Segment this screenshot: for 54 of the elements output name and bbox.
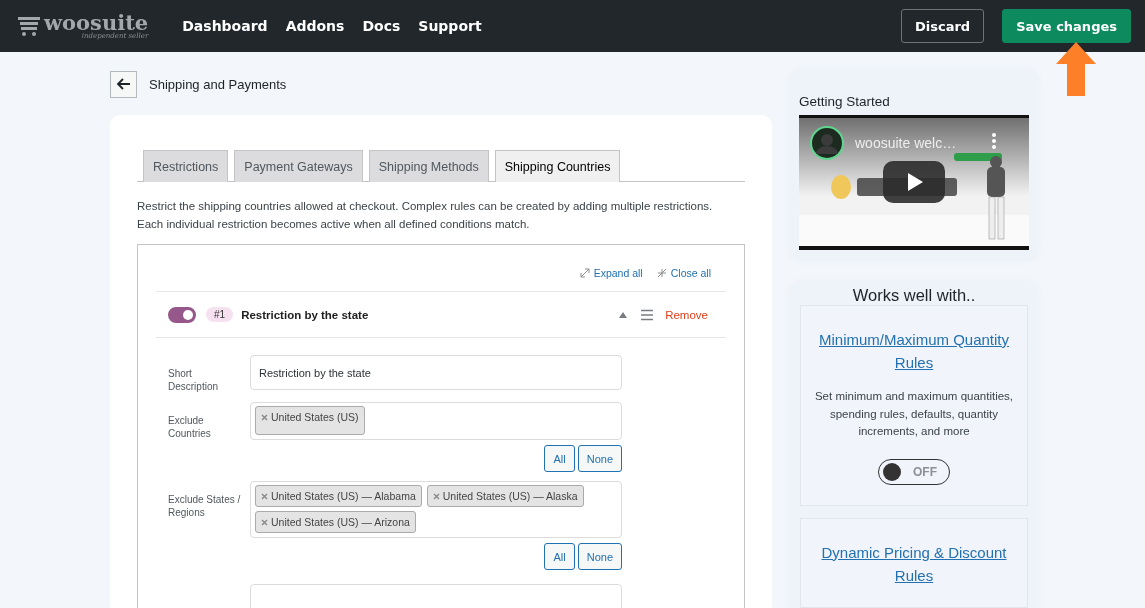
number-badge: #1 xyxy=(206,307,234,322)
card-title: Getting Started xyxy=(799,94,891,109)
tab[interactable]: Restrictions xyxy=(143,150,229,182)
video-title: woosuite welc… xyxy=(855,135,957,151)
save-button[interactable]: Save changes xyxy=(1002,9,1131,43)
tag-chip[interactable]: United States (US) — Alabama xyxy=(255,485,422,507)
collapse-icon xyxy=(656,268,667,278)
input-field[interactable] xyxy=(250,584,622,608)
select-button[interactable]: All xyxy=(544,543,575,570)
expand-icon xyxy=(579,268,590,278)
back-button[interactable] xyxy=(110,70,137,98)
tab[interactable]: Shipping Methods xyxy=(368,150,489,182)
tag-chip[interactable]: United States (US) xyxy=(255,406,365,435)
field-label: Exclude States / Regions xyxy=(168,493,242,520)
expand-all-link[interactable]: Expand all xyxy=(579,267,643,279)
remove-icon[interactable] xyxy=(261,414,268,421)
close-all-link[interactable]: Close all xyxy=(656,267,711,279)
select-button[interactable]: None xyxy=(577,543,622,570)
tag-chip[interactable]: United States (US) — Alaska xyxy=(426,485,584,507)
menu-icon xyxy=(641,308,654,321)
page-title: Shipping and Payments xyxy=(149,76,287,92)
channel-avatar-icon xyxy=(810,126,844,160)
description-text: Restrict the shipping countries allowed at checkout. Complex rules can be created by adding multiple restrictions. Each individual restriction becomes active when all defined conditions match. xyxy=(137,199,714,232)
nav-link[interactable]: Docs xyxy=(362,18,401,34)
input-field[interactable]: Restriction by the state xyxy=(250,355,622,390)
nav-link[interactable]: Support xyxy=(418,18,482,34)
toggle-switch[interactable]: OFF xyxy=(878,458,950,485)
play-button-icon[interactable] xyxy=(883,161,945,203)
tag-field[interactable]: United States (US) — Alabama United States (US) — Alaska United States (US) — Arizona xyxy=(250,481,622,538)
toggle-switch[interactable] xyxy=(168,306,196,323)
remove-icon[interactable] xyxy=(261,493,268,500)
select-button[interactable]: None xyxy=(577,445,622,472)
tag-field[interactable]: United States (US) xyxy=(250,402,622,440)
tab[interactable]: Payment Gateways xyxy=(234,150,363,182)
nav-link[interactable]: Addons xyxy=(285,18,345,34)
remove-icon[interactable] xyxy=(261,519,268,526)
addon-description: Set minimum and maximum quantities, spending rules, defaults, quantity increments, and more xyxy=(813,389,1015,439)
select-button[interactable]: All xyxy=(544,445,575,472)
addon-link[interactable]: Minimum/Maximum Quantity Rules xyxy=(809,328,1019,374)
remove-icon[interactable] xyxy=(432,493,440,500)
more-icon xyxy=(992,133,996,149)
field-label: Exclude Countries xyxy=(168,414,212,440)
nav-link[interactable]: Dashboard xyxy=(182,18,268,34)
cart-icon xyxy=(18,16,40,36)
arrow-left-icon xyxy=(116,77,131,91)
remove-link[interactable]: Remove xyxy=(665,308,708,321)
restriction-title: Restriction by the state xyxy=(241,308,370,321)
discard-button[interactable]: Discard xyxy=(901,9,985,43)
field-label: Short Description xyxy=(168,367,220,393)
arrow-icon xyxy=(1056,42,1096,96)
addon-link[interactable]: Dynamic Pricing & Discount Rules xyxy=(809,540,1019,587)
tag-chip[interactable]: United States (US) — Arizona xyxy=(255,511,416,533)
card-title: Works well with.. xyxy=(851,286,977,305)
tab[interactable]: Shipping Countries xyxy=(494,150,621,182)
